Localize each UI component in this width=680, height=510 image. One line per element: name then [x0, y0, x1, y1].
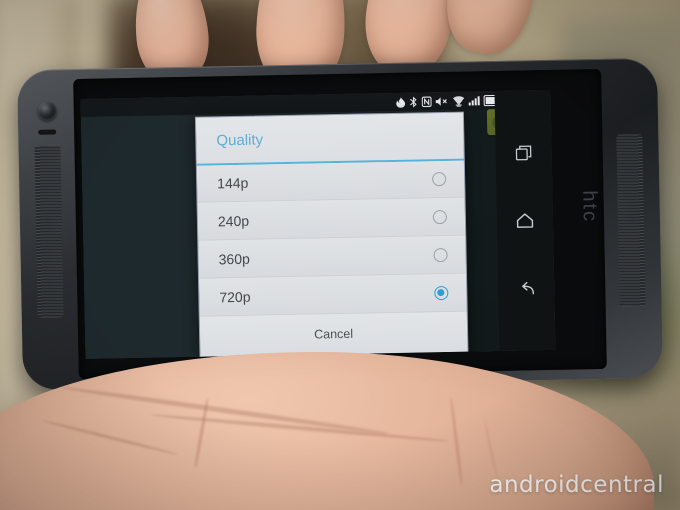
quality-options-list: 144p 240p 360p 720p [196, 160, 467, 317]
option-label: 240p [217, 212, 250, 230]
bluetooth-icon [409, 96, 417, 108]
volume-muted-icon [435, 95, 448, 106]
quality-option-240p[interactable]: 240p [197, 198, 466, 242]
quality-option-360p[interactable]: 360p [198, 235, 466, 279]
quality-option-144p[interactable]: 144p [196, 160, 465, 204]
recents-button[interactable] [512, 141, 534, 163]
back-button[interactable] [515, 277, 537, 299]
radio-button-icon[interactable] [432, 209, 448, 225]
burn-flame-icon [395, 96, 405, 108]
option-label: 720p [219, 288, 251, 305]
navigation-bar [494, 89, 556, 351]
radio-button-icon[interactable] [432, 171, 447, 187]
wifi-icon [452, 95, 464, 107]
site-watermark: androidcentral [489, 472, 664, 498]
notification-led [38, 129, 57, 135]
home-button[interactable] [514, 209, 536, 231]
cancel-button[interactable]: Cancel [314, 327, 353, 342]
quality-dialog: Quality 144p 240p 360p 720p Cancel [194, 111, 469, 358]
radio-button-icon[interactable] [433, 247, 448, 262]
dialog-footer: Cancel [199, 311, 468, 357]
radio-button-selected-icon[interactable] [434, 285, 449, 300]
htc-brand-logo: htc [578, 190, 602, 224]
phone-screen: □ [80, 89, 556, 359]
cellular-signal-icon [468, 95, 480, 106]
speaker-grille-left [34, 145, 64, 318]
nfc-icon [421, 96, 432, 107]
dialog-title: Quality [195, 112, 464, 164]
quality-option-720p[interactable]: 720p [199, 273, 467, 317]
speaker-grille-right [616, 134, 646, 307]
phone-device: htc □ [16, 57, 664, 391]
front-camera-lens [37, 101, 57, 121]
screenshot-root: htc □ [0, 0, 680, 510]
option-label: 144p [217, 174, 249, 192]
option-label: 360p [218, 250, 250, 268]
